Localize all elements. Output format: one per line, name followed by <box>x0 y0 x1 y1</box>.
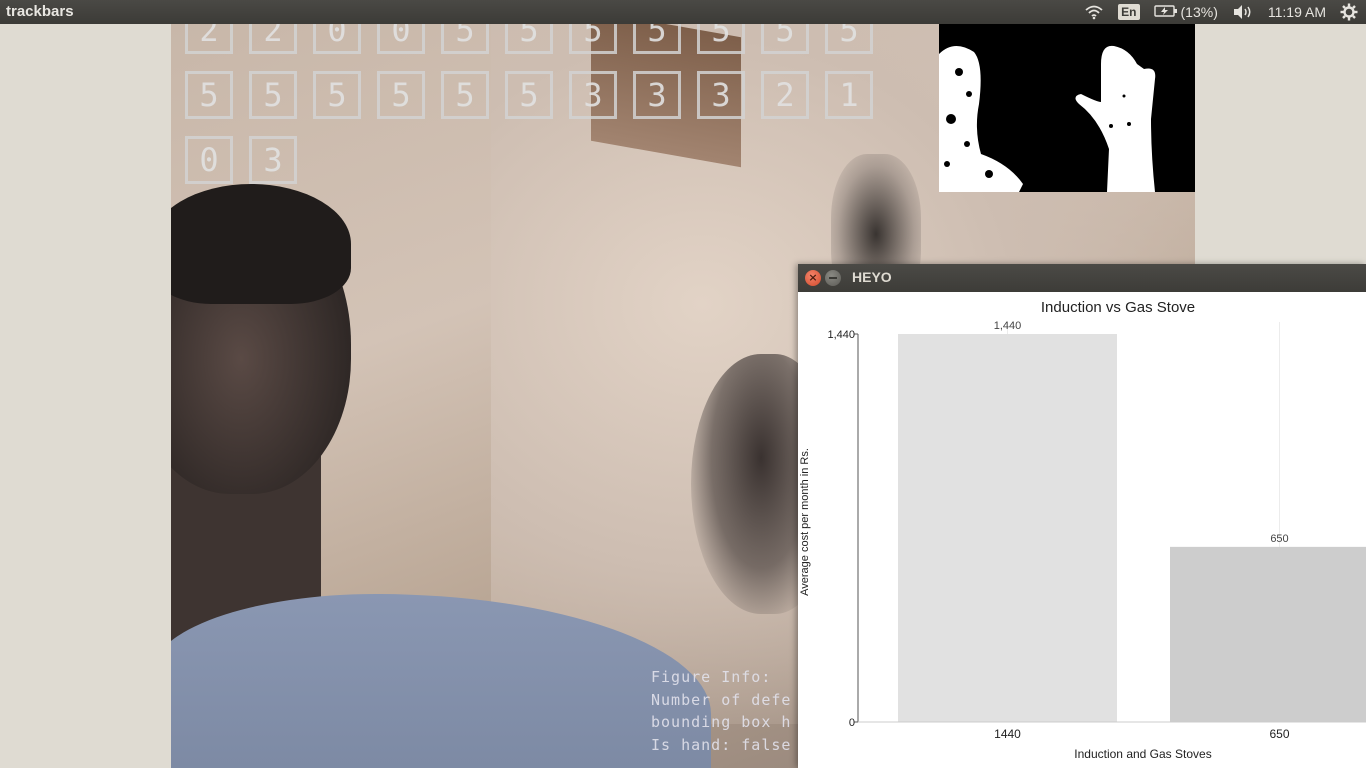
digit-box: 2 <box>185 24 233 54</box>
digit-box: 2 <box>249 24 297 54</box>
digit-box: 5 <box>377 71 425 119</box>
battery-percentage: (13%) <box>1180 4 1218 20</box>
digit-box: 5 <box>761 24 809 54</box>
battery-icon <box>1153 4 1178 21</box>
digit-box: 5 <box>825 24 873 54</box>
digit-box: 5 <box>313 71 361 119</box>
hand-mask-preview <box>939 24 1195 192</box>
window-titlebar[interactable]: × HEYO <box>798 264 1366 292</box>
digit-box: 3 <box>249 136 297 184</box>
gear-icon[interactable] <box>1340 3 1358 21</box>
digit-box: 3 <box>569 71 617 119</box>
category-label: 1440 <box>994 727 1021 741</box>
bar-650 <box>1170 546 1366 722</box>
person-hair <box>171 184 351 304</box>
figure-info-bounding-box: bounding box h <box>651 713 792 731</box>
digit-box: 5 <box>185 71 233 119</box>
digit-box: 5 <box>697 24 745 54</box>
digit-box: 5 <box>441 71 489 119</box>
language-label: En <box>1118 4 1140 20</box>
wifi-icon[interactable] <box>1084 4 1104 20</box>
bar-value-label: 650 <box>1270 533 1288 545</box>
volume-icon[interactable] <box>1232 4 1254 20</box>
clock[interactable]: 11:19 AM <box>1268 4 1326 20</box>
digit-box: 5 <box>249 71 297 119</box>
digit-box: 5 <box>569 24 617 54</box>
digit-box: 2 <box>761 71 809 119</box>
digit-box: 5 <box>505 24 553 54</box>
y-axis-ticks: 0 1,440 <box>827 329 858 729</box>
bar-value-label: 1,440 <box>994 320 1022 332</box>
digit-box: 3 <box>633 71 681 119</box>
chart-title: Induction vs Gas Stove <box>1041 299 1195 316</box>
system-tray: En (13%) 11:19 AM <box>1084 0 1366 24</box>
figure-info-heading: Figure Info: <box>651 668 772 686</box>
digit-box: 0 <box>185 136 233 184</box>
y-axis-label: Average cost per month in Rs. <box>799 448 811 596</box>
battery-indicator[interactable]: (13%) <box>1153 4 1218 21</box>
digit-box: 5 <box>633 24 681 54</box>
minimize-button[interactable] <box>825 270 841 286</box>
bar-1440 <box>898 334 1117 722</box>
figure-info-is-hand: Is hand: false <box>651 735 792 754</box>
keyboard-language-indicator[interactable]: En <box>1118 4 1140 20</box>
digit-box: 5 <box>441 24 489 54</box>
x-axis-label: Induction and Gas Stoves <box>1074 747 1211 761</box>
digit-box: 3 <box>697 71 745 119</box>
bar-chart: Induction vs Gas Stove Average cost per … <box>799 299 1366 761</box>
top-panel: trackbars En (13%) 11:19 AM <box>0 0 1366 24</box>
figure-info-defects: Number of defe <box>651 690 792 709</box>
category-label: 650 <box>1269 727 1289 741</box>
digit-box: 0 <box>377 24 425 54</box>
heyo-window: × HEYO Induction vs Gas Stove Average co… <box>798 264 1366 768</box>
digit-box: 1 <box>825 71 873 119</box>
app-title: trackbars <box>6 3 74 20</box>
close-button[interactable]: × <box>805 270 821 286</box>
chart-bars <box>898 334 1366 722</box>
window-title: HEYO <box>852 269 892 285</box>
y-tick-label: 1,440 <box>827 329 855 341</box>
digit-box: 0 <box>313 24 361 54</box>
digit-box: 5 <box>505 71 553 119</box>
figure-info-overlay: Figure Info: Number of defe bounding box… <box>651 666 791 756</box>
y-tick-label: 0 <box>849 717 855 729</box>
